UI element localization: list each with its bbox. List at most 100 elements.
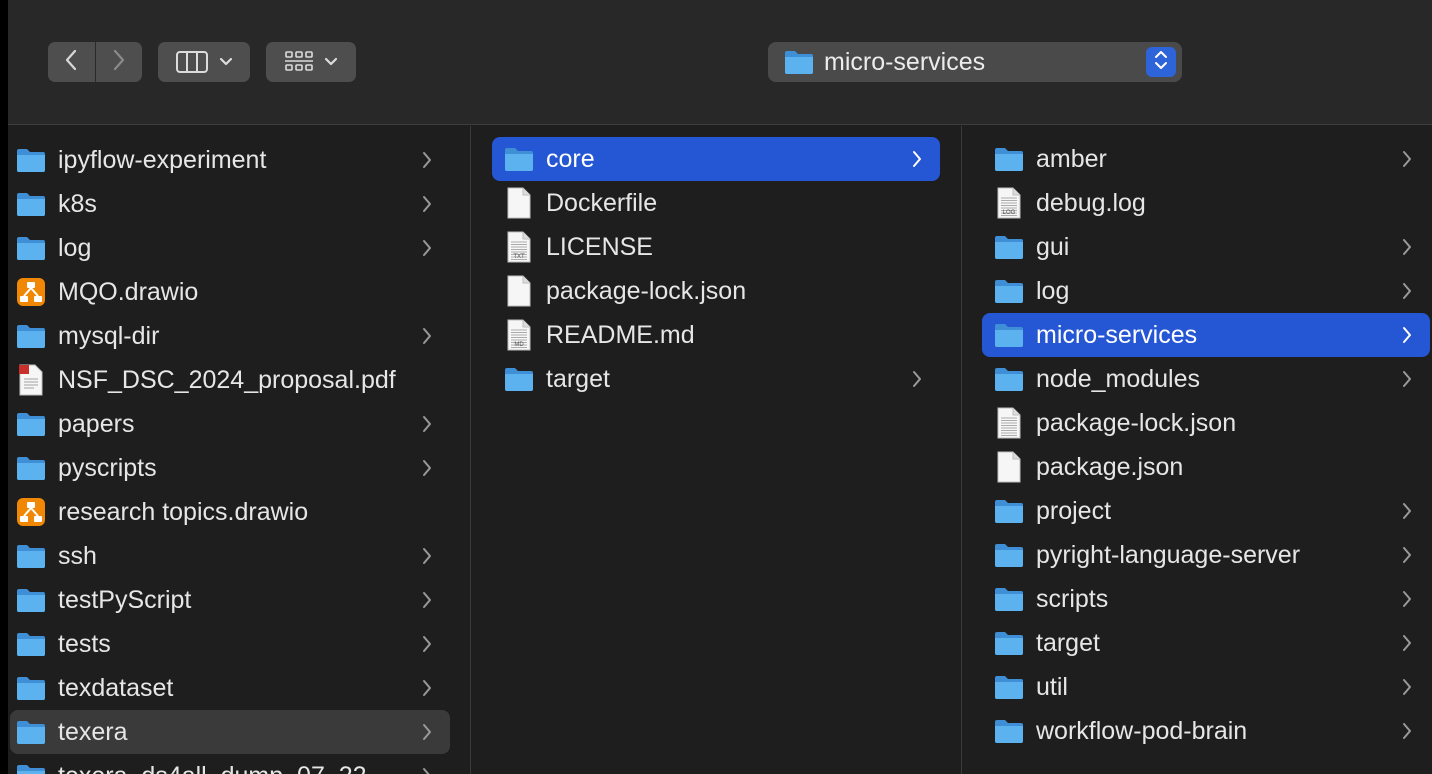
chevron-right-icon [1402, 238, 1412, 261]
folder-icon [994, 232, 1024, 262]
view-mode-button[interactable] [158, 42, 250, 82]
folder-row[interactable]: papers [10, 402, 450, 446]
chevron-right-icon [422, 591, 432, 614]
item-name: texera [58, 717, 128, 746]
file-row[interactable]: TXT LICENSE [492, 225, 940, 269]
folder-icon [16, 629, 46, 659]
item-name: workflow-pod-brain [1036, 716, 1248, 745]
folder-icon [994, 540, 1024, 570]
chevron-right-icon [912, 370, 922, 393]
item-name: LICENSE [546, 232, 653, 261]
folder-row[interactable]: amber [982, 137, 1430, 181]
folder-row[interactable]: texera [10, 710, 450, 754]
folder-row[interactable]: k8s [10, 182, 450, 226]
folder-row[interactable]: pyscripts [10, 446, 450, 490]
file-row[interactable]: MD README.md [492, 313, 940, 357]
folder-row[interactable]: target [492, 357, 940, 401]
column-3[interactable]: amber LOG debug.log gui log micro-services nod… [962, 126, 1432, 774]
folder-row[interactable]: project [982, 489, 1430, 533]
folder-icon [994, 672, 1024, 702]
chevron-right-icon [1402, 370, 1412, 393]
navigation-buttons [48, 42, 142, 82]
folder-row[interactable]: target [982, 621, 1430, 665]
column-2[interactable]: core Dockerfile TXT LICENSE package-lock.jso… [471, 126, 961, 774]
folder-row[interactable]: scripts [982, 577, 1430, 621]
item-name: micro-services [1036, 320, 1198, 349]
document-icon [994, 407, 1024, 439]
folder-icon [994, 144, 1024, 174]
folder-icon [16, 321, 46, 351]
group-button[interactable] [266, 42, 356, 82]
column-1[interactable]: ipyflow-experiment k8s log MQO.drawio mysql-… [8, 126, 470, 774]
folder-row[interactable]: tests [10, 622, 450, 666]
chevron-right-icon [1402, 282, 1412, 305]
folder-icon [16, 585, 46, 615]
file-row[interactable]: package-lock.json [982, 401, 1430, 445]
chevron-right-icon [422, 679, 432, 702]
item-name: testPyScript [58, 585, 192, 614]
chevron-right-icon [1402, 722, 1412, 745]
folder-row[interactable]: mysql-dir [10, 314, 450, 358]
folder-icon [16, 453, 46, 483]
file-row[interactable]: MQO.drawio [10, 270, 450, 314]
item-name: pyscripts [58, 453, 157, 482]
file-row[interactable]: package-lock.json [492, 269, 940, 313]
folder-row[interactable]: ipyflow-experiment [10, 138, 450, 182]
drawio-icon [16, 277, 46, 307]
chevron-right-icon [912, 150, 922, 173]
file-row[interactable]: NSF_DSC_2024_proposal.pdf [10, 358, 450, 402]
file-row[interactable]: Dockerfile [492, 181, 940, 225]
item-name: target [546, 364, 610, 393]
folder-row[interactable]: log [10, 226, 450, 270]
folder-row[interactable]: ssh [10, 534, 450, 578]
item-name: node_modules [1036, 364, 1201, 393]
folder-icon [16, 673, 46, 703]
item-name: MQO.drawio [58, 277, 199, 306]
file-row[interactable]: LOG debug.log [982, 181, 1430, 225]
folder-row[interactable]: node_modules [982, 357, 1430, 401]
path-popup-button[interactable]: micro-services [768, 42, 1182, 82]
chevron-right-icon [1402, 546, 1412, 569]
folder-icon [16, 145, 46, 175]
chevron-right-icon [1402, 634, 1412, 657]
chevron-right-icon [1402, 678, 1412, 701]
folder-row[interactable]: core [492, 137, 940, 181]
file-row[interactable]: package.json [982, 445, 1430, 489]
folder-row[interactable]: workflow-pod-brain [982, 709, 1430, 753]
item-name: gui [1036, 232, 1070, 261]
folder-row[interactable]: micro-services [982, 313, 1430, 357]
chevron-right-icon [422, 459, 432, 482]
forward-button[interactable] [95, 42, 142, 82]
folder-row[interactable]: texdataset [10, 666, 450, 710]
chevron-right-icon [422, 547, 432, 570]
folder-row[interactable]: testPyScript [10, 578, 450, 622]
item-name: ipyflow-experiment [58, 145, 267, 174]
folder-icon [994, 496, 1024, 526]
text-file-icon: TXT [504, 231, 534, 263]
folder-icon [994, 320, 1024, 350]
item-name: Dockerfile [546, 188, 658, 217]
folder-row[interactable]: gui [982, 225, 1430, 269]
item-name: core [546, 144, 595, 173]
back-button[interactable] [48, 42, 95, 82]
window-edge [0, 0, 8, 774]
svg-text:LOG: LOG [1003, 210, 1016, 216]
up-down-arrows-icon [1154, 49, 1168, 76]
drawio-icon [16, 497, 46, 527]
item-name: README.md [546, 320, 695, 349]
folder-icon [994, 364, 1024, 394]
folder-row[interactable]: log [982, 269, 1430, 313]
chevron-right-icon [1402, 502, 1412, 525]
item-name: target [1036, 628, 1100, 657]
folder-row[interactable]: texera_ds4all_dump_07_22 [10, 754, 450, 774]
folder-icon [784, 47, 814, 77]
folder-icon [504, 364, 534, 394]
svg-text:MD: MD [514, 342, 524, 348]
item-name: texera_ds4all_dump_07_22 [58, 762, 367, 774]
item-name: tests [58, 629, 111, 658]
file-row[interactable]: research topics.drawio [10, 490, 450, 534]
item-name: debug.log [1036, 188, 1146, 217]
folder-icon [994, 276, 1024, 306]
folder-row[interactable]: pyright-language-server [982, 533, 1430, 577]
folder-row[interactable]: util [982, 665, 1430, 709]
